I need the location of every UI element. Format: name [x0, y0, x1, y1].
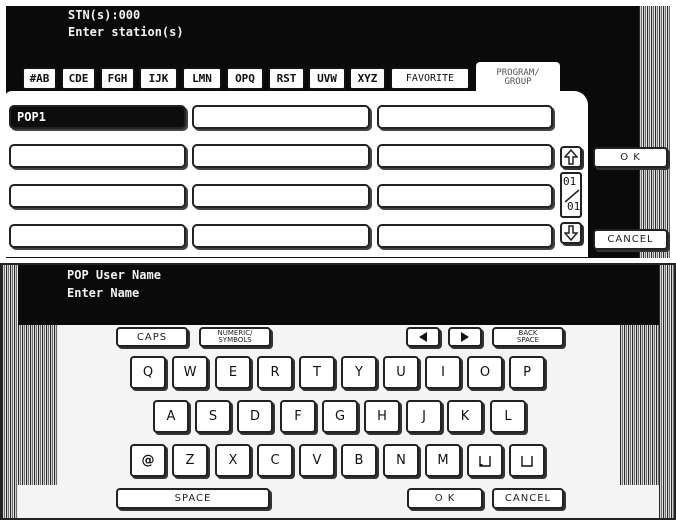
- key-r[interactable]: R: [257, 356, 293, 389]
- space-symbol-icon: [521, 455, 533, 467]
- keyboard-side-texture: [18, 325, 58, 485]
- scroll-up-button[interactable]: [560, 146, 582, 168]
- key-j[interactable]: J: [406, 400, 442, 433]
- back-space-line2: SPACE: [516, 336, 540, 344]
- entry-cell[interactable]: [9, 144, 186, 168]
- key-h[interactable]: H: [364, 400, 400, 433]
- entry-cell[interactable]: [9, 184, 186, 208]
- back-space-button[interactable]: BACK SPACE: [492, 327, 564, 347]
- key-c[interactable]: C: [257, 444, 293, 477]
- cancel-button[interactable]: CANCEL: [593, 229, 668, 250]
- key-o[interactable]: O: [467, 356, 503, 389]
- key-u[interactable]: U: [383, 356, 419, 389]
- screen-edge-texture: [639, 6, 670, 258]
- tab-fgh[interactable]: FGH: [100, 67, 135, 90]
- scroll-down-button[interactable]: [560, 222, 582, 244]
- entry-cell[interactable]: [377, 144, 553, 168]
- tab-program-group-line2: GROUP: [504, 77, 532, 87]
- key-z[interactable]: Z: [172, 444, 208, 477]
- screen-edge-texture: [659, 265, 674, 518]
- space-button[interactable]: SPACE: [116, 488, 270, 509]
- cursor-left-icon: [419, 332, 427, 342]
- key-q[interactable]: Q: [130, 356, 166, 389]
- tab-ab[interactable]: #AB: [22, 67, 57, 90]
- entry-cell[interactable]: [192, 184, 370, 208]
- entry-cell[interactable]: [192, 105, 370, 129]
- entry-cell[interactable]: [377, 184, 553, 208]
- key-b[interactable]: B: [341, 444, 377, 477]
- key-v[interactable]: V: [299, 444, 335, 477]
- tab-uvw[interactable]: UVW: [308, 67, 346, 90]
- tab-opq[interactable]: OPQ: [226, 67, 264, 90]
- ok-button[interactable]: O K: [593, 147, 668, 168]
- cursor-right-button[interactable]: [448, 327, 482, 347]
- numeric-symbols-button[interactable]: NUMERIC/ SYMBOLS: [199, 327, 271, 347]
- screen-instruction: Enter Name: [67, 286, 140, 300]
- screen-edge-texture: [2, 265, 18, 518]
- tab-xyz[interactable]: XYZ: [349, 67, 386, 90]
- header-station-count: STN(s):000: [68, 8, 141, 22]
- tab-rst[interactable]: RST: [268, 67, 305, 90]
- key-t[interactable]: T: [299, 356, 335, 389]
- keyboard-side-texture: [620, 325, 659, 485]
- key-f[interactable]: F: [280, 400, 316, 433]
- tab-cde[interactable]: CDE: [61, 67, 96, 90]
- page-total: 01: [567, 200, 581, 213]
- key-m[interactable]: M: [425, 444, 461, 477]
- tab-program-group[interactable]: PROGRAM/ GROUP: [476, 62, 560, 92]
- tab-ijk[interactable]: IJK: [139, 67, 178, 90]
- cancel-button[interactable]: CANCEL: [492, 488, 564, 509]
- key-n[interactable]: N: [383, 444, 419, 477]
- entry-cell[interactable]: [192, 224, 370, 248]
- entry-cell[interactable]: [377, 224, 553, 248]
- key-k[interactable]: K: [447, 400, 483, 433]
- caps-button[interactable]: CAPS: [116, 327, 188, 347]
- cursor-right-icon: [461, 332, 469, 342]
- key-p[interactable]: P: [509, 356, 545, 389]
- key-at[interactable]: @: [130, 444, 166, 477]
- key-space-symbol-a[interactable]: [467, 444, 503, 477]
- tab-lmn[interactable]: LMN: [182, 67, 222, 90]
- header-instruction: Enter station(s): [68, 25, 184, 39]
- key-y[interactable]: Y: [341, 356, 377, 389]
- screen-title: POP User Name: [67, 268, 161, 282]
- key-w[interactable]: W: [172, 356, 208, 389]
- key-a[interactable]: A: [153, 400, 189, 433]
- tab-favorite[interactable]: FAVORITE: [390, 67, 470, 90]
- ok-button[interactable]: O K: [407, 488, 483, 509]
- key-space-symbol-b[interactable]: [509, 444, 545, 477]
- key-l[interactable]: L: [490, 400, 526, 433]
- space-symbol-icon: [479, 455, 491, 467]
- key-e[interactable]: E: [215, 356, 251, 389]
- page-indicator: 01 01: [560, 172, 582, 218]
- key-x[interactable]: X: [215, 444, 251, 477]
- arrow-up-icon: [564, 149, 578, 165]
- entry-cell[interactable]: [192, 144, 370, 168]
- entry-cell[interactable]: [377, 105, 553, 129]
- key-s[interactable]: S: [195, 400, 231, 433]
- cursor-left-button[interactable]: [406, 327, 440, 347]
- key-d[interactable]: D: [237, 400, 273, 433]
- key-i[interactable]: I: [425, 356, 461, 389]
- arrow-down-icon: [564, 225, 578, 241]
- key-g[interactable]: G: [322, 400, 358, 433]
- entry-cell[interactable]: [9, 224, 186, 248]
- entry-pop1[interactable]: POP1: [9, 105, 186, 129]
- numeric-symbols-line2: SYMBOLS: [218, 336, 252, 344]
